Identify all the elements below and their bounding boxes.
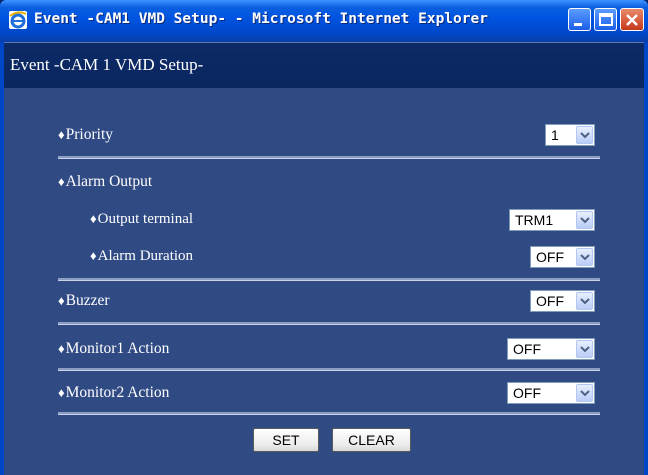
- page-header: Event -CAM 1 VMD Setup-: [4, 42, 644, 89]
- maximize-icon: [599, 13, 613, 26]
- alarm-output-label-text: Alarm Output: [65, 173, 153, 190]
- divider: [58, 322, 600, 325]
- buzzer-select[interactable]: OFF: [530, 290, 595, 312]
- output-terminal-label: ♦Output terminal: [90, 211, 193, 228]
- alarm-duration-select[interactable]: OFF: [530, 246, 595, 268]
- settings-panel: ♦Priority 1 ♦Alarm Output ♦Output termin…: [4, 88, 644, 475]
- monitor2-action-label-text: Monitor2 Action: [65, 384, 170, 401]
- alarm-duration-label: ♦Alarm Duration: [90, 248, 193, 265]
- window-frame-right: [644, 42, 648, 475]
- title-bar[interactable]: Event -CAM1 VMD Setup- - Microsoft Inter…: [0, 0, 648, 42]
- monitor1-action-value: OFF: [513, 341, 541, 357]
- buzzer-label-text: Buzzer: [65, 292, 110, 309]
- chevron-down-icon[interactable]: [576, 340, 593, 358]
- alarm-duration-label-text: Alarm Duration: [97, 248, 194, 264]
- output-terminal-value: TRM1: [515, 212, 554, 228]
- page-title: Event -CAM 1 VMD Setup-: [10, 55, 204, 74]
- divider: [58, 412, 600, 415]
- output-terminal-label-text: Output terminal: [97, 211, 194, 227]
- buzzer-value: OFF: [536, 293, 564, 309]
- clear-button[interactable]: CLEAR: [332, 428, 411, 452]
- minimize-button[interactable]: [568, 8, 591, 31]
- buzzer-label: ♦Buzzer: [58, 292, 110, 310]
- chevron-down-icon[interactable]: [576, 248, 593, 266]
- priority-value: 1: [551, 127, 559, 143]
- set-button[interactable]: SET: [253, 428, 319, 452]
- chevron-down-icon[interactable]: [576, 384, 593, 402]
- monitor2-action-select[interactable]: OFF: [507, 382, 595, 404]
- bullet-icon: ♦: [58, 341, 65, 356]
- bullet-icon: ♦: [90, 211, 97, 226]
- bullet-icon: ♦: [58, 174, 65, 189]
- chevron-down-icon[interactable]: [576, 292, 593, 310]
- bullet-icon: ♦: [58, 385, 65, 400]
- minimize-icon: [574, 23, 582, 26]
- bullet-icon: ♦: [58, 127, 65, 142]
- monitor1-action-label: ♦Monitor1 Action: [58, 340, 169, 358]
- alarm-duration-value: OFF: [536, 249, 564, 265]
- internet-explorer-icon: [9, 11, 27, 29]
- monitor1-action-label-text: Monitor1 Action: [65, 340, 170, 357]
- alarm-output-label: ♦Alarm Output: [58, 173, 152, 191]
- monitor2-action-label: ♦Monitor2 Action: [58, 384, 169, 402]
- ie-window: Event -CAM1 VMD Setup- - Microsoft Inter…: [0, 0, 648, 475]
- window-title: Event -CAM1 VMD Setup- - Microsoft Inter…: [34, 11, 488, 27]
- priority-label-text: Priority: [65, 126, 114, 143]
- priority-label: ♦Priority: [58, 126, 113, 144]
- priority-select[interactable]: 1: [545, 124, 595, 146]
- chevron-down-icon[interactable]: [576, 126, 593, 144]
- bullet-icon: ♦: [58, 293, 65, 308]
- monitor2-action-value: OFF: [513, 385, 541, 401]
- monitor1-action-select[interactable]: OFF: [507, 338, 595, 360]
- bullet-icon: ♦: [90, 248, 97, 263]
- output-terminal-select[interactable]: TRM1: [509, 209, 595, 231]
- divider: [58, 156, 600, 159]
- divider: [58, 368, 600, 371]
- maximize-button[interactable]: [594, 8, 617, 31]
- close-button[interactable]: [620, 8, 644, 31]
- divider: [58, 278, 600, 281]
- chevron-down-icon[interactable]: [576, 211, 593, 229]
- close-icon: [626, 14, 638, 26]
